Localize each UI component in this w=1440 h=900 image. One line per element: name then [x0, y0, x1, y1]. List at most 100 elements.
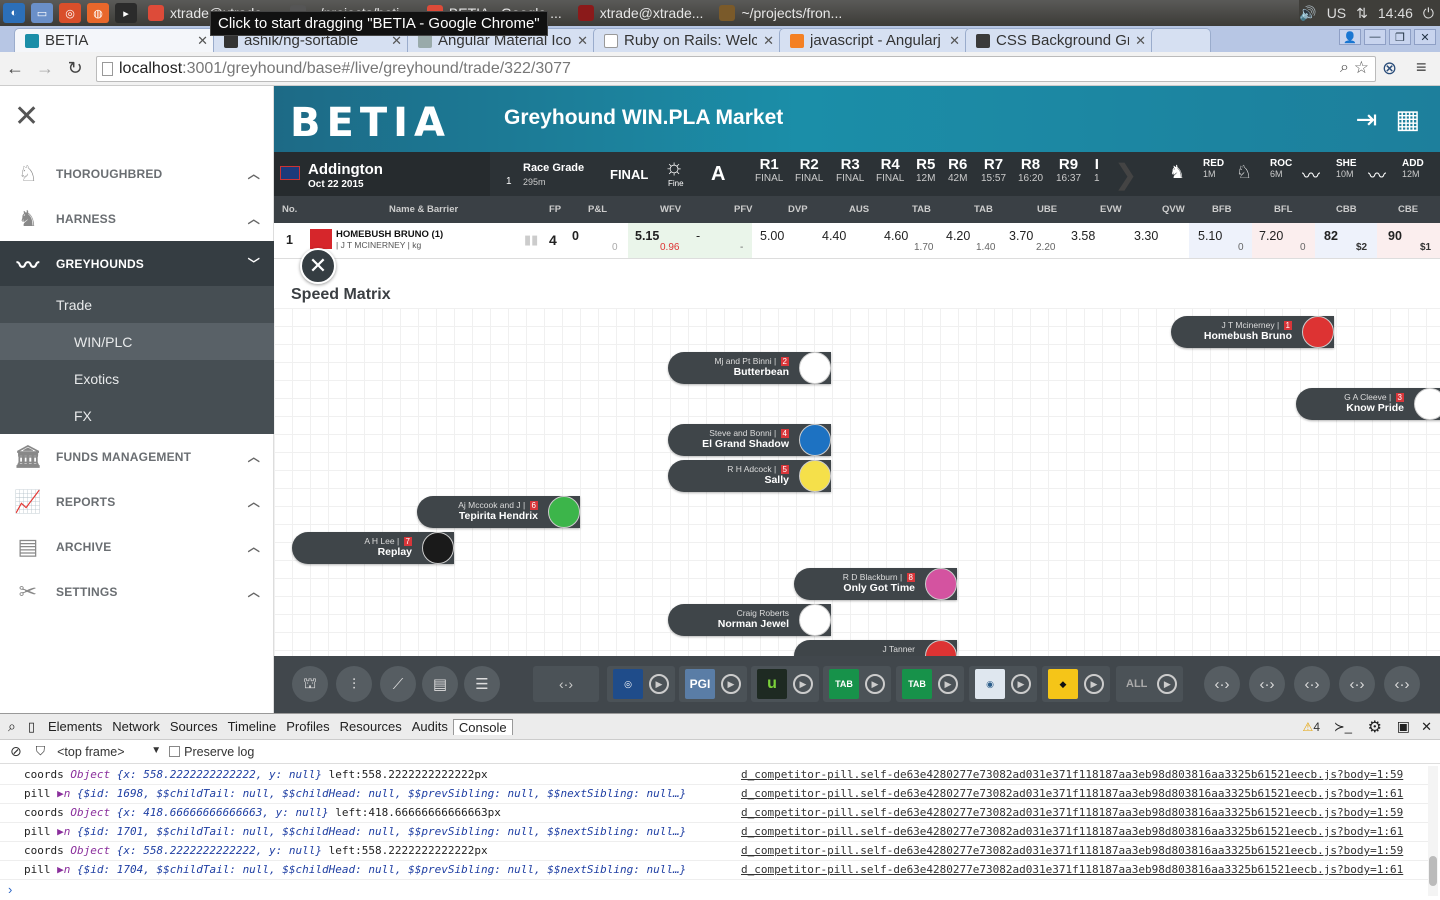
- source-tab-star[interactable]: TAB ▶: [823, 666, 891, 702]
- source-betfair[interactable]: ◆ ▶: [1042, 666, 1110, 702]
- log-source-link[interactable]: d_competitor-pill.self-de63e4280277e7308…: [741, 804, 1403, 822]
- devtools-tab-console[interactable]: Console: [452, 718, 513, 735]
- column-header[interactable]: CBB: [1336, 204, 1357, 215]
- next-race-roc[interactable]: ROC 6M: [1270, 158, 1292, 179]
- column-header[interactable]: BFL: [1274, 204, 1292, 215]
- source-ube[interactable]: u ▶: [751, 666, 819, 702]
- power-icon[interactable]: ⏻: [1423, 5, 1434, 22]
- arrows-icon[interactable]: ‹·›: [1339, 666, 1375, 702]
- report-icon[interactable]: ▤: [422, 666, 458, 702]
- close-tab-icon[interactable]: ✕: [577, 33, 588, 49]
- play-icon[interactable]: ▶: [721, 674, 741, 694]
- source-tab-nsw[interactable]: TAB ▶: [896, 666, 964, 702]
- sidebar-item-thoroughbred[interactable]: ♘ THOROUGHBRED ︿: [0, 151, 274, 196]
- column-header[interactable]: Name & Barrier: [389, 204, 458, 215]
- competitor-pill[interactable]: Steve and Bonni | 4 El Grand Shadow: [668, 424, 831, 456]
- devtools-tab-elements[interactable]: Elements: [43, 719, 107, 735]
- dock-side-icon[interactable]: ▣: [1397, 718, 1410, 735]
- play-icon[interactable]: ▶: [1011, 674, 1031, 694]
- column-header[interactable]: EVW: [1100, 204, 1122, 215]
- clock[interactable]: 14:46: [1378, 5, 1413, 21]
- log-source-link[interactable]: d_competitor-pill.self-de63e4280277e7308…: [741, 842, 1403, 860]
- reload-icon[interactable]: ↻: [60, 58, 90, 79]
- devtools-tab-sources[interactable]: Sources: [165, 719, 223, 735]
- new-tab-button[interactable]: [1151, 28, 1211, 52]
- column-header[interactable]: TAB: [974, 204, 993, 215]
- console-scrollbar[interactable]: [1428, 766, 1438, 896]
- console-message[interactable]: pill ▶n {$id: 1701, $$childTail: null, $…: [0, 823, 1430, 842]
- race-link-r5[interactable]: R5 12M: [916, 156, 935, 184]
- log-source-link[interactable]: d_competitor-pill.self-de63e4280277e7308…: [741, 823, 1403, 841]
- line-chart-icon[interactable]: ⟋: [380, 666, 416, 702]
- runner-name[interactable]: HOMEBUSH BRUNO (1): [336, 229, 443, 240]
- column-header[interactable]: CBE: [1398, 204, 1418, 215]
- competitor-pill[interactable]: Craig Roberts Norman Jewel: [668, 604, 831, 636]
- competitor-pill[interactable]: J Tanner: [794, 640, 957, 656]
- column-header[interactable]: BFB: [1212, 204, 1232, 215]
- race-link-r2[interactable]: R2 FINAL: [795, 156, 823, 184]
- competitor-pill[interactable]: Aj Mccook and J | 6 Tepirita Hendrix: [417, 496, 580, 528]
- devtools-tab-profiles[interactable]: Profiles: [281, 719, 334, 735]
- log-object[interactable]: {x: 418.66666666666663, y: null}: [117, 806, 329, 819]
- tab-css-grid[interactable]: CSS Background Gri ✕: [965, 28, 1157, 52]
- log-type[interactable]: Object: [70, 844, 116, 857]
- column-header[interactable]: DVP: [788, 204, 808, 215]
- competitor-pill[interactable]: R H Adcock | 5 Sally: [668, 460, 831, 492]
- close-sidebar-icon[interactable]: ✕: [14, 102, 39, 132]
- sidebar-sub-trade[interactable]: Trade: [0, 286, 274, 323]
- race-link-r7[interactable]: R7 15:57: [981, 156, 1006, 184]
- chrome-menu-icon[interactable]: ≡: [1416, 57, 1427, 78]
- column-header[interactable]: No.: [282, 204, 297, 215]
- taskbar-item[interactable]: ~/projects/fron...: [711, 0, 850, 26]
- race-link-r8[interactable]: R8 16:20: [1018, 156, 1043, 184]
- race-link-r6[interactable]: R6 42M: [948, 156, 967, 184]
- sidebar-item-harness[interactable]: ♞ HARNESS ︿: [0, 196, 274, 241]
- console-drawer-icon[interactable]: ≻_: [1334, 719, 1352, 735]
- network-icon[interactable]: ⇅: [1356, 5, 1368, 22]
- podium-icon[interactable]: ⛫: [292, 666, 328, 702]
- minimize-icon[interactable]: —: [1364, 29, 1386, 45]
- sidebar-item-settings[interactable]: ✂ SETTINGS ︿: [0, 569, 274, 614]
- clear-console-icon[interactable]: ⊘: [0, 743, 30, 760]
- url-input[interactable]: localhost:3001/greyhound/base#/live/grey…: [96, 56, 1376, 82]
- log-source-link[interactable]: d_competitor-pill.self-de63e4280277e7308…: [741, 861, 1403, 879]
- devtools-tab-resources[interactable]: Resources: [335, 719, 407, 735]
- console-message[interactable]: coords Object {x: 558.2222222222222, y: …: [0, 842, 1430, 861]
- profile-icon[interactable]: 👤: [1339, 29, 1361, 45]
- play-icon[interactable]: ▶: [938, 674, 958, 694]
- sidebar-sub-winplc[interactable]: WIN/PLC: [0, 323, 274, 360]
- files-icon[interactable]: ▭: [31, 3, 53, 23]
- settings-gear-icon[interactable]: ⚙: [1368, 717, 1382, 737]
- sidebar-item-greyhounds[interactable]: 〰 GREYHOUNDS ﹀: [0, 241, 274, 286]
- console-prompt-icon[interactable]: ›: [8, 882, 12, 897]
- log-type[interactable]: Object: [70, 768, 116, 781]
- log-type[interactable]: ▶n: [57, 863, 77, 876]
- competitor-pill[interactable]: R D Blackburn | 8 Only Got Time: [794, 568, 957, 600]
- arrows-icon[interactable]: ‹·›: [1249, 666, 1285, 702]
- firefox-icon[interactable]: ◍: [87, 3, 109, 23]
- sliders-icon[interactable]: ⫶: [336, 666, 372, 702]
- source-cbet[interactable]: ◉ ▶: [969, 666, 1037, 702]
- database-icon[interactable]: ☰: [464, 666, 500, 702]
- volume-icon[interactable]: 🔊: [1299, 5, 1316, 22]
- terminal-icon[interactable]: ▸: [115, 3, 137, 23]
- close-window-icon[interactable]: ✕: [1414, 29, 1436, 45]
- close-tab-icon[interactable]: ✕: [1135, 33, 1146, 49]
- filter-icon[interactable]: ⛉: [30, 744, 57, 759]
- log-object[interactable]: {$id: 1701, $$childTail: null, $$childHe…: [77, 825, 686, 838]
- extension-icon[interactable]: ⊗: [1382, 58, 1397, 79]
- betslip-icon[interactable]: ▦: [1395, 104, 1420, 135]
- chevron-right-icon[interactable]: ❯: [1114, 158, 1137, 191]
- source-aus[interactable]: ◎ ▶: [607, 666, 675, 702]
- competitor-pill[interactable]: G A Cleeve | 3 Know Pride: [1296, 388, 1440, 420]
- close-tab-icon[interactable]: ✕: [763, 33, 774, 49]
- arrows-icon[interactable]: ‹·›: [1384, 666, 1420, 702]
- forward-icon[interactable]: →: [30, 58, 60, 79]
- column-header[interactable]: AUS: [849, 204, 869, 215]
- log-type[interactable]: Object: [70, 806, 116, 819]
- log-source-link[interactable]: d_competitor-pill.self-de63e4280277e7308…: [741, 785, 1403, 803]
- bookmark-star-icon[interactable]: ☆: [1354, 58, 1369, 78]
- console-message[interactable]: pill ▶n {$id: 1704, $$childTail: null, $…: [0, 861, 1430, 880]
- devtools-tab-timeline[interactable]: Timeline: [223, 719, 282, 735]
- column-header[interactable]: UBE: [1037, 204, 1057, 215]
